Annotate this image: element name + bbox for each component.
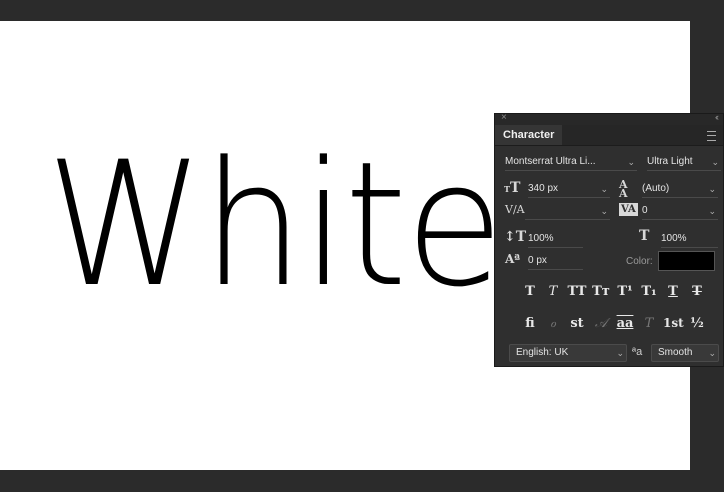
vertical-scale-field[interactable]: 100% bbox=[528, 231, 583, 248]
chevron-down-icon: ⌄ bbox=[708, 348, 716, 358]
kerning-dropdown[interactable]: ⌄ bbox=[525, 203, 610, 220]
tracking-icon: VA bbox=[619, 203, 638, 216]
subscript-button[interactable]: T₁ bbox=[639, 284, 659, 299]
character-panel: × ‹‹ Character Montserrat Ultra Li... ⌄ … bbox=[494, 112, 724, 367]
language-value: English: UK bbox=[516, 347, 569, 358]
baseline-shift-value: 0 px bbox=[528, 255, 547, 266]
baseline-shift-icon: Aª bbox=[505, 252, 521, 266]
close-icon[interactable]: × bbox=[501, 112, 507, 123]
font-style-value: Ultra Light bbox=[647, 156, 693, 167]
canvas-text-layer[interactable]: White bbox=[46, 139, 504, 311]
color-label: Color: bbox=[626, 256, 653, 267]
panel-menu-icon[interactable] bbox=[707, 131, 716, 141]
all-caps-button[interactable]: TT bbox=[567, 284, 587, 299]
leading-field[interactable]: (Auto) ⌄ bbox=[642, 181, 718, 198]
vertical-scale-icon: ↕T bbox=[504, 229, 527, 245]
antialias-icon: ªa bbox=[632, 346, 643, 358]
color-swatch[interactable] bbox=[658, 251, 715, 271]
swash-button[interactable]: 𝒜 bbox=[591, 316, 611, 331]
strikethrough-button[interactable]: T bbox=[687, 284, 707, 299]
baseline-shift-field[interactable]: 0 px bbox=[528, 253, 583, 270]
font-family-dropdown[interactable]: Montserrat Ultra Li... ⌄ bbox=[505, 154, 637, 171]
chevron-down-icon: ⌄ bbox=[708, 184, 716, 194]
font-family-value: Montserrat Ultra Li... bbox=[505, 156, 596, 167]
vertical-scale-value: 100% bbox=[528, 233, 554, 244]
chevron-down-icon: ⌄ bbox=[627, 157, 635, 167]
chevron-down-icon: ⌄ bbox=[600, 184, 608, 194]
kerning-icon: V/A bbox=[505, 203, 525, 216]
antialias-dropdown[interactable]: Smooth ⌄ bbox=[651, 344, 719, 362]
stylistic-alternates-button[interactable]: aa bbox=[615, 316, 635, 331]
small-caps-button[interactable]: Tт bbox=[591, 284, 611, 299]
leading-value: (Auto) bbox=[642, 183, 670, 194]
ordinals-button[interactable]: 1st bbox=[663, 316, 684, 330]
language-dropdown[interactable]: English: UK ⌄ bbox=[509, 344, 627, 362]
leading-icon: AA bbox=[619, 178, 628, 200]
antialias-value: Smooth bbox=[658, 347, 693, 358]
titling-alternates-button[interactable]: T bbox=[639, 316, 659, 331]
tab-character[interactable]: Character bbox=[495, 125, 563, 145]
faux-bold-button[interactable]: T bbox=[520, 284, 540, 299]
horizontal-scale-value: 100% bbox=[661, 233, 687, 244]
font-size-field[interactable]: 340 px ⌄ bbox=[528, 181, 610, 198]
panel-titlebar[interactable]: × ‹‹ bbox=[495, 112, 723, 125]
underline-button[interactable]: T bbox=[663, 284, 683, 299]
discretionary-ligatures-button[interactable]: ℴ bbox=[543, 316, 563, 331]
font-style-dropdown[interactable]: Ultra Light ⌄ bbox=[647, 154, 721, 171]
horizontal-scale-icon: T bbox=[639, 228, 650, 244]
horizontal-scale-field[interactable]: 100% bbox=[661, 231, 718, 248]
tracking-value: 0 bbox=[642, 205, 648, 216]
faux-italic-button[interactable]: T bbox=[543, 284, 563, 299]
font-size-value: 340 px bbox=[528, 183, 559, 194]
chevron-down-icon: ⌄ bbox=[708, 206, 716, 216]
chevron-down-icon: ⌄ bbox=[600, 206, 608, 216]
collapse-icon[interactable]: ‹‹ bbox=[715, 112, 719, 122]
tracking-dropdown[interactable]: 0 ⌄ bbox=[642, 203, 718, 220]
contextual-alternates-button[interactable]: st bbox=[567, 316, 587, 331]
chevron-down-icon: ⌄ bbox=[711, 157, 719, 167]
chevron-down-icon: ⌄ bbox=[616, 348, 624, 358]
superscript-button[interactable]: T¹ bbox=[615, 284, 635, 299]
panel-tab-row: Character bbox=[495, 125, 723, 146]
fractions-button[interactable]: ½ bbox=[687, 316, 707, 331]
ligatures-button[interactable]: fi bbox=[520, 316, 540, 331]
font-size-icon: TT bbox=[504, 180, 521, 196]
